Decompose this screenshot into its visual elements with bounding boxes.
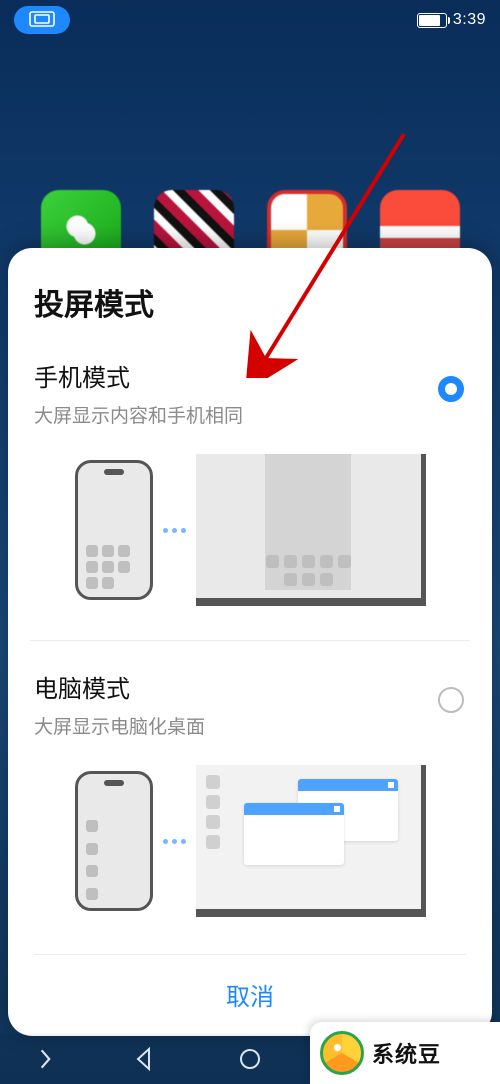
divider	[30, 640, 470, 641]
cast-indicator-pill[interactable]	[14, 6, 70, 34]
dialog-title: 投屏模式	[34, 280, 466, 324]
status-bar: 3:39	[0, 0, 500, 40]
cast-icon	[28, 10, 56, 30]
option-desc: 大屏显示电脑化桌面	[34, 712, 466, 739]
dots-icon	[163, 528, 186, 533]
option-desktop-mode[interactable]: 电脑模式 大屏显示电脑化桌面	[34, 669, 466, 951]
clock: 3:39	[453, 11, 486, 29]
option-phone-mode[interactable]: 手机模式 大屏显示内容和手机相同	[34, 358, 466, 640]
nav-side-chevron[interactable]	[39, 1045, 53, 1073]
status-left	[14, 6, 70, 34]
status-right: 3:39	[417, 11, 486, 29]
option-title: 电脑模式	[34, 669, 466, 704]
option-desc: 大屏显示内容和手机相同	[34, 401, 466, 428]
watermark-text: 系统豆	[372, 1037, 441, 1069]
cast-mode-dialog: 投屏模式 手机模式 大屏显示内容和手机相同 电脑模式 大屏显示电脑化桌面	[8, 248, 492, 1036]
watermark: 系统豆	[310, 1022, 500, 1084]
nav-back-button[interactable]	[130, 1045, 158, 1073]
dots-icon	[163, 839, 186, 844]
tv-graphic	[196, 454, 426, 606]
watermark-logo-icon	[320, 1031, 364, 1075]
illustration-phone-mode	[34, 454, 466, 606]
radio-selected-icon[interactable]	[438, 376, 464, 402]
option-title: 手机模式	[34, 358, 466, 393]
battery-icon	[417, 13, 447, 28]
radio-unselected-icon[interactable]	[438, 687, 464, 713]
phone-graphic	[75, 460, 153, 600]
illustration-desktop-mode	[34, 765, 466, 917]
nav-home-button[interactable]	[236, 1045, 264, 1073]
phone-graphic	[75, 771, 153, 911]
tv-graphic	[196, 765, 426, 917]
